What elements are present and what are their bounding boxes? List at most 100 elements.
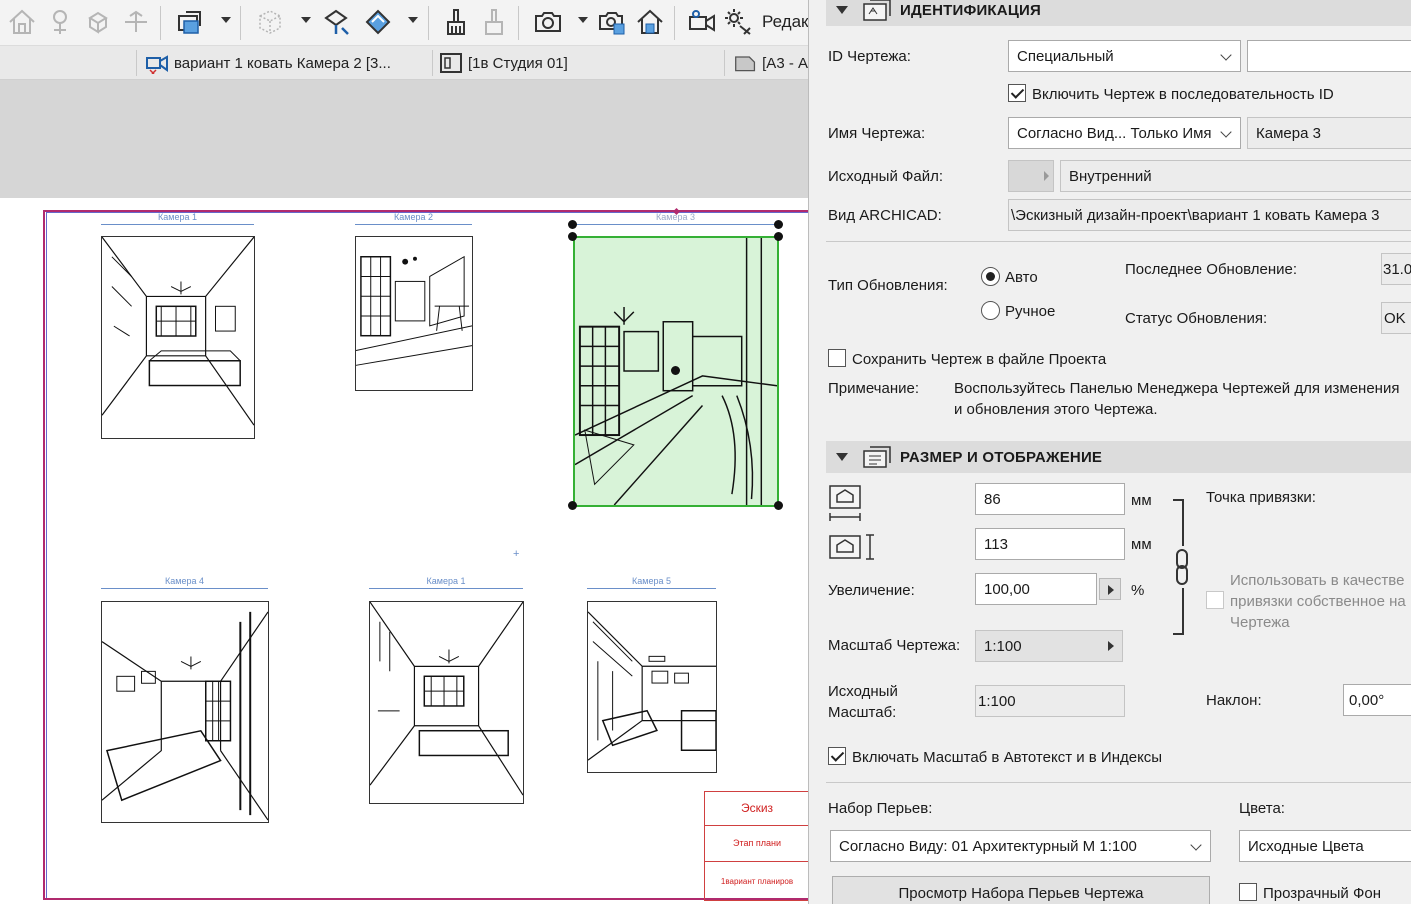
divider	[826, 241, 1411, 242]
include-in-sequence-checkbox[interactable]	[1008, 84, 1026, 102]
drawing-name-custom-input[interactable]: Камера 3	[1247, 117, 1411, 149]
arrow-right-icon	[1108, 641, 1114, 651]
home-icon[interactable]	[6, 6, 38, 38]
drawing-camera-5[interactable]	[587, 601, 717, 773]
width-unit: мм	[1131, 492, 1152, 509]
drawing-title-line	[101, 224, 254, 225]
link-proportions-icon[interactable]	[1171, 498, 1193, 636]
magnification-input[interactable]: 100,00	[975, 573, 1097, 605]
update-manual-label: Ручное	[1005, 303, 1056, 320]
drawing-id-label: ID Чертежа:	[828, 48, 911, 65]
selection-handle[interactable]	[774, 232, 783, 241]
update-auto-radio[interactable]	[981, 267, 1000, 286]
bedroom-sketch-2	[370, 602, 523, 796]
height-input[interactable]: 113	[975, 528, 1125, 560]
selection-handle[interactable]	[568, 220, 577, 229]
edit-menu-label[interactable]: Редак	[762, 12, 808, 32]
drawing-scale-label: Масштаб Чертежа:	[828, 637, 961, 654]
width-input[interactable]: 86	[975, 483, 1125, 515]
collapse-triangle-icon[interactable]	[836, 6, 848, 14]
camera-pin-icon[interactable]	[44, 6, 76, 38]
selection-handle[interactable]	[568, 501, 577, 510]
drawing-id-custom-input[interactable]	[1247, 40, 1411, 72]
section-title: РАЗМЕР И ОТОБРАЖЕНИЕ	[900, 448, 1103, 466]
selection-handle[interactable]	[774, 501, 783, 510]
tab-camera-view[interactable]: вариант 1 ковать Камера 2 [3...	[146, 46, 426, 80]
fill-icon[interactable]	[362, 6, 394, 38]
drawing-camera-2[interactable]	[355, 236, 473, 391]
layout-canvas[interactable]: + Камера 1 Камера 2 Камера 3 Камера 4 Ка…	[0, 198, 809, 904]
collapse-triangle-icon[interactable]	[836, 453, 848, 461]
section-title: ИДЕНТИФИКАЦИЯ	[900, 1, 1041, 19]
chevron-down-icon[interactable]	[578, 17, 588, 23]
tab-sheet-view[interactable]: [А3 - А	[734, 46, 808, 80]
identification-section-header[interactable]: ИДЕНТИФИКАЦИЯ	[826, 0, 1411, 26]
tab-layout-view[interactable]: [1в Студия 01]	[440, 46, 720, 80]
update-manual-radio[interactable]	[981, 301, 1000, 320]
use-own-anchor-checkbox[interactable]	[1206, 591, 1224, 609]
bedroom-sketch	[102, 237, 254, 426]
layer-stack-icon[interactable]	[174, 6, 206, 38]
title-block: Эскиз Этап плани 1вариант планиров	[704, 791, 809, 901]
use-own-anchor-line-1: Использовать в качестве	[1230, 572, 1405, 589]
last-update-label: Последнее Обновление:	[1125, 261, 1298, 278]
arrow-right-icon	[1044, 171, 1049, 181]
layout-tab-icon	[440, 53, 462, 73]
gradient-brush-icon[interactable]	[478, 6, 510, 38]
size-display-section-header[interactable]: РАЗМЕР И ОТОБРАЖЕНИЕ	[826, 441, 1411, 473]
drawing-id-icon	[863, 0, 891, 21]
selection-handle[interactable]	[568, 232, 577, 241]
anchor-point-label: Точка привязки:	[1206, 489, 1316, 506]
multi-camera-icon[interactable]	[596, 6, 628, 38]
pen-set-dropdown[interactable]: Согласно Виду: 01 Архитектурный М 1:100	[830, 830, 1211, 862]
rotation-input[interactable]: 0,00°	[1343, 684, 1411, 716]
main-toolbar: Редак	[0, 0, 808, 46]
drawing-id-dropdown[interactable]: Специальный	[1008, 40, 1241, 72]
drawing-name-dropdown[interactable]: Согласно Вид... Только Имя	[1008, 117, 1241, 149]
camera-tab-icon	[146, 55, 168, 74]
save-in-project-checkbox[interactable]	[828, 349, 846, 367]
cube-icon[interactable]	[254, 6, 286, 38]
include-scale-checkbox[interactable]	[828, 747, 846, 765]
drawing-name-label: Имя Чертежа:	[828, 125, 926, 142]
note-label: Примечание:	[828, 380, 919, 397]
selection-handle[interactable]	[671, 366, 680, 375]
chevron-down-icon[interactable]	[221, 17, 231, 23]
chevron-down-icon	[1190, 839, 1202, 851]
video-camera-icon[interactable]	[686, 6, 718, 38]
source-file-value: Внутренний	[1060, 160, 1411, 192]
source-file-button[interactable]	[1008, 160, 1054, 192]
settings-sun-icon[interactable]	[722, 6, 754, 38]
colors-dropdown[interactable]: Исходные Цвета	[1239, 830, 1411, 862]
sheet-tab-icon	[735, 56, 756, 72]
view-tab-bar: вариант 1 ковать Камера 2 [3... [1в Студ…	[0, 46, 808, 80]
pen-set-label: Набор Перьев:	[828, 800, 933, 817]
drawing-title-line	[587, 588, 716, 589]
living-room-sketch	[588, 611, 716, 761]
drawing-title: Камера 3	[656, 212, 695, 222]
transparent-background-checkbox[interactable]	[1239, 883, 1257, 901]
divider	[826, 782, 1411, 783]
drawing-title: Камера 2	[394, 212, 433, 222]
last-update-value: 31.0	[1381, 253, 1411, 285]
magnification-arrow-button[interactable]	[1099, 578, 1121, 600]
cube-edit-icon[interactable]	[320, 6, 352, 38]
chevron-down-icon[interactable]	[301, 17, 311, 23]
bedroom-angle-sketch	[102, 611, 268, 821]
building-icon[interactable]	[634, 6, 666, 38]
drawing-camera-1[interactable]	[101, 236, 255, 439]
drawing-title-line	[369, 588, 523, 589]
preview-pen-set-button[interactable]: Просмотр Набора Перьев Чертежа	[832, 876, 1210, 904]
align-icon[interactable]	[120, 6, 152, 38]
brush-icon[interactable]	[440, 6, 472, 38]
archicad-view-label: Вид ARCHICAD:	[828, 207, 942, 224]
rotate-cube-icon[interactable]	[82, 6, 114, 38]
dropdown-value: Исходные Цвета	[1248, 837, 1364, 855]
camera-icon[interactable]	[532, 6, 564, 38]
drawing-camera-4[interactable]	[101, 601, 269, 823]
magnification-label: Увеличение:	[828, 582, 915, 599]
drawing-camera-1-copy[interactable]	[369, 601, 524, 804]
selection-handle[interactable]	[774, 220, 783, 229]
chevron-down-icon[interactable]	[408, 17, 418, 23]
drawing-scale-select[interactable]: 1:100	[975, 630, 1123, 662]
